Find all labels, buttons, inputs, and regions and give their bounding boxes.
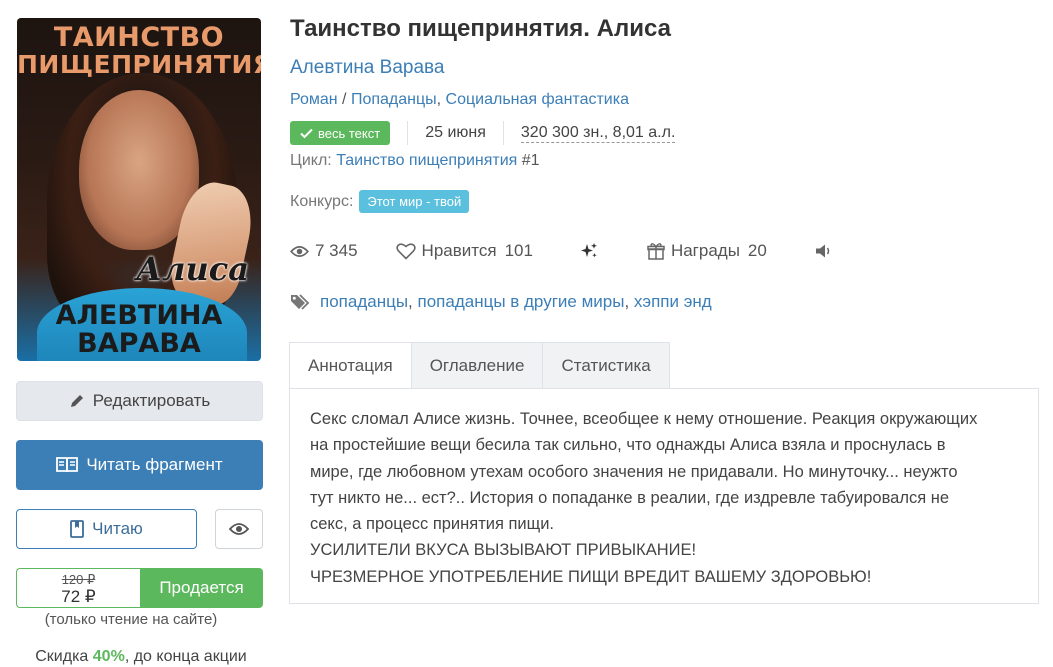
divider: [407, 121, 409, 145]
tab-contents[interactable]: Оглавление: [411, 342, 544, 389]
genre-separator: /: [337, 91, 351, 108]
eye-icon: [290, 245, 309, 257]
tabs: Аннотация Оглавление Статистика: [289, 342, 670, 389]
bookmark-book-icon: [70, 520, 85, 538]
annotation-line: тут никто не... ест?.. История о попадан…: [310, 488, 950, 507]
listen-button[interactable]: [815, 243, 833, 259]
reading-button[interactable]: Читаю: [16, 509, 197, 549]
cycle-label: Цикл:: [290, 152, 337, 169]
annotation-panel: Секс сломал Алисе жизнь. Точнее, всеобще…: [289, 388, 1039, 604]
likes-label: Нравится: [421, 241, 497, 260]
cycle-link[interactable]: Таинство пищепринятия: [336, 152, 517, 169]
cycle-number: #1: [517, 152, 540, 169]
awards-count: 20: [747, 241, 767, 260]
book-size[interactable]: 320 300 зн., 8,01 а.л.: [520, 124, 676, 143]
annotation-line: УСИЛИТЕЛИ ВКУСА ВЫЗЫВАЮТ ПРИВЫКАНИЕ!: [310, 541, 697, 560]
heart-icon: [395, 243, 416, 260]
edit-button-label: Редактировать: [92, 391, 211, 410]
annotation-line: мире, где любовном утехам особого значен…: [310, 462, 958, 481]
tag-link[interactable]: попаданцы в другие миры: [418, 292, 625, 312]
cover-title-line1: ТАИНСТВО: [53, 22, 225, 53]
book-meta: весь текст 25 июня 320 300 зн., 8,01 а.л…: [290, 120, 676, 146]
read-fragment-button[interactable]: Читать фрагмент: [16, 440, 263, 490]
check-icon: [300, 128, 313, 138]
status-badge: весь текст: [290, 121, 391, 145]
old-price: 120 ₽: [61, 572, 96, 587]
tab-annotation[interactable]: Аннотация: [289, 342, 412, 389]
cycle: Цикл: Таинство пищепринятия #1: [290, 152, 540, 170]
genre-link[interactable]: Социальная фантастика: [446, 91, 629, 108]
likes-count: 101: [504, 241, 533, 260]
eye-icon: [229, 523, 249, 535]
discount-text: Скидка 40%, до конца акции: [16, 648, 266, 666]
watch-button[interactable]: [215, 509, 263, 549]
tag-link[interactable]: хэппи энд: [634, 292, 712, 312]
edit-button[interactable]: Редактировать: [16, 381, 263, 421]
open-book-icon: [56, 457, 79, 473]
status-badge-label: весь текст: [318, 125, 381, 141]
divider: [502, 121, 504, 145]
new-price: 72 ₽: [61, 587, 96, 606]
book-title: Таинство пищепринятия. Алиса: [290, 15, 671, 42]
genre-separator: ,: [436, 91, 446, 108]
cover-title-line2: ПИЩЕПРИНЯТИЯ: [17, 50, 261, 79]
gift-icon: [647, 243, 665, 260]
views-count: 7 345: [315, 241, 358, 260]
genre-link[interactable]: Попаданцы: [351, 91, 437, 108]
cover-author-line2: ВАРАВА: [77, 328, 201, 359]
contest-label: Конкурс:: [290, 192, 354, 210]
tags-icon: [291, 294, 310, 310]
author-link[interactable]: Алевтина Варава: [290, 57, 444, 79]
price-note: (только чтение на сайте): [44, 611, 218, 628]
pencil-icon: [70, 395, 83, 407]
stats-row: 7 345 Нравится 101 Награды 20: [290, 241, 833, 261]
cover-subtitle: Алиса: [136, 250, 249, 288]
contest-badge[interactable]: Этот мир - твой: [359, 190, 470, 213]
speaker-icon: [815, 244, 830, 258]
cover-author-line1: АЛЕВТИНА: [55, 300, 223, 331]
like-button[interactable]: Нравится 101: [395, 241, 533, 261]
buy-button[interactable]: Продается: [140, 568, 263, 608]
price-box: 120 ₽ 72 ₽: [16, 568, 140, 608]
awards-label: Награды: [670, 241, 740, 260]
annotation-line: на простейшие вещи бесила так сильно, чт…: [310, 436, 946, 455]
tags-row: попаданцы, попаданцы в другие миры, хэпп…: [290, 292, 712, 312]
annotation-line: ЧРЕЗМЕРНОЕ УПОТРЕБЛЕНИЕ ПИЩИ ВРЕДИТ ВАШЕ…: [310, 567, 872, 586]
awards-button[interactable]: Награды 20: [647, 241, 767, 261]
genre-link[interactable]: Роман: [290, 91, 338, 108]
read-fragment-label: Читать фрагмент: [86, 455, 223, 474]
contest: Конкурс: Этот мир - твой: [290, 190, 470, 213]
annotation-line: секс, а процесс принятия пищи.: [310, 515, 555, 534]
discount-prefix: Скидка: [35, 648, 93, 665]
book-cover[interactable]: ТАИНСТВО ПИЩЕПРИНЯТИЯ Алиса АЛЕВТИНА ВАР…: [17, 18, 261, 361]
discount-suffix: , до конца акции: [124, 648, 247, 665]
sparkle-button[interactable]: [579, 242, 599, 260]
views-stat: 7 345: [290, 241, 358, 261]
reading-button-label: Читаю: [92, 519, 143, 538]
discount-percent: 40%: [92, 648, 125, 665]
sparkles-icon: [580, 243, 597, 258]
tag-link[interactable]: попаданцы: [320, 292, 408, 312]
annotation-line: Секс сломал Алисе жизнь. Точнее, всеобще…: [310, 410, 978, 428]
tab-statistics[interactable]: Статистика: [543, 342, 670, 389]
publish-date: 25 июня: [425, 124, 486, 141]
genres: Роман / Попаданцы, Социальная фантастика: [290, 91, 629, 109]
